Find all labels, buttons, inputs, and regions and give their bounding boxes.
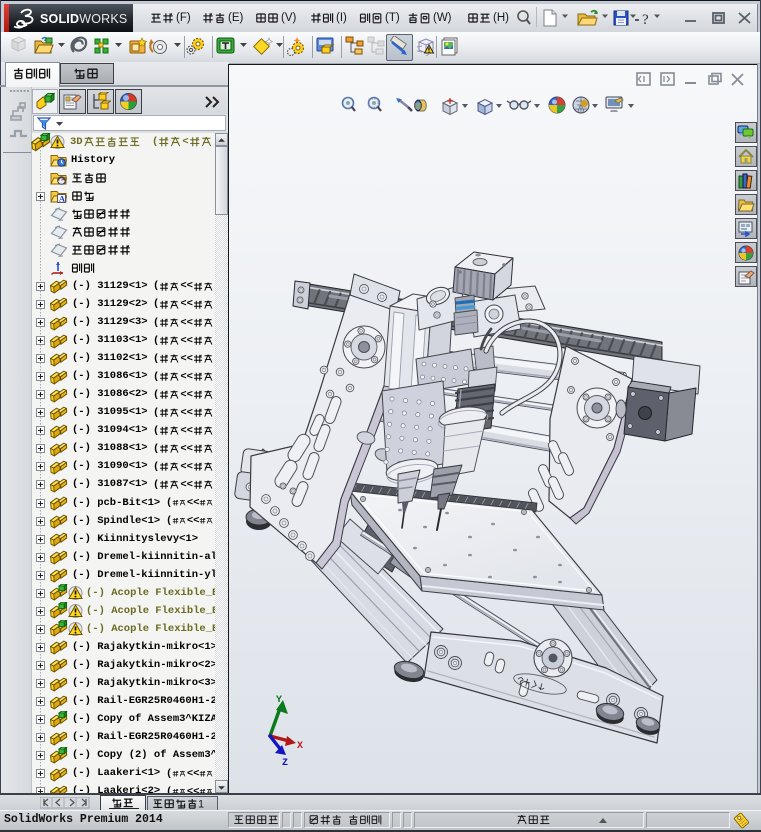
svg-text:?: ?: [642, 12, 649, 28]
svg-text:A: A: [59, 194, 66, 204]
svg-text:Y: Y: [276, 695, 282, 706]
svg-text:Z: Z: [282, 758, 288, 769]
svg-text:SOLIDWORKS: SOLIDWORKS: [40, 12, 127, 26]
svg-text:X: X: [297, 741, 303, 752]
svg-text:1: 1: [198, 799, 204, 810]
